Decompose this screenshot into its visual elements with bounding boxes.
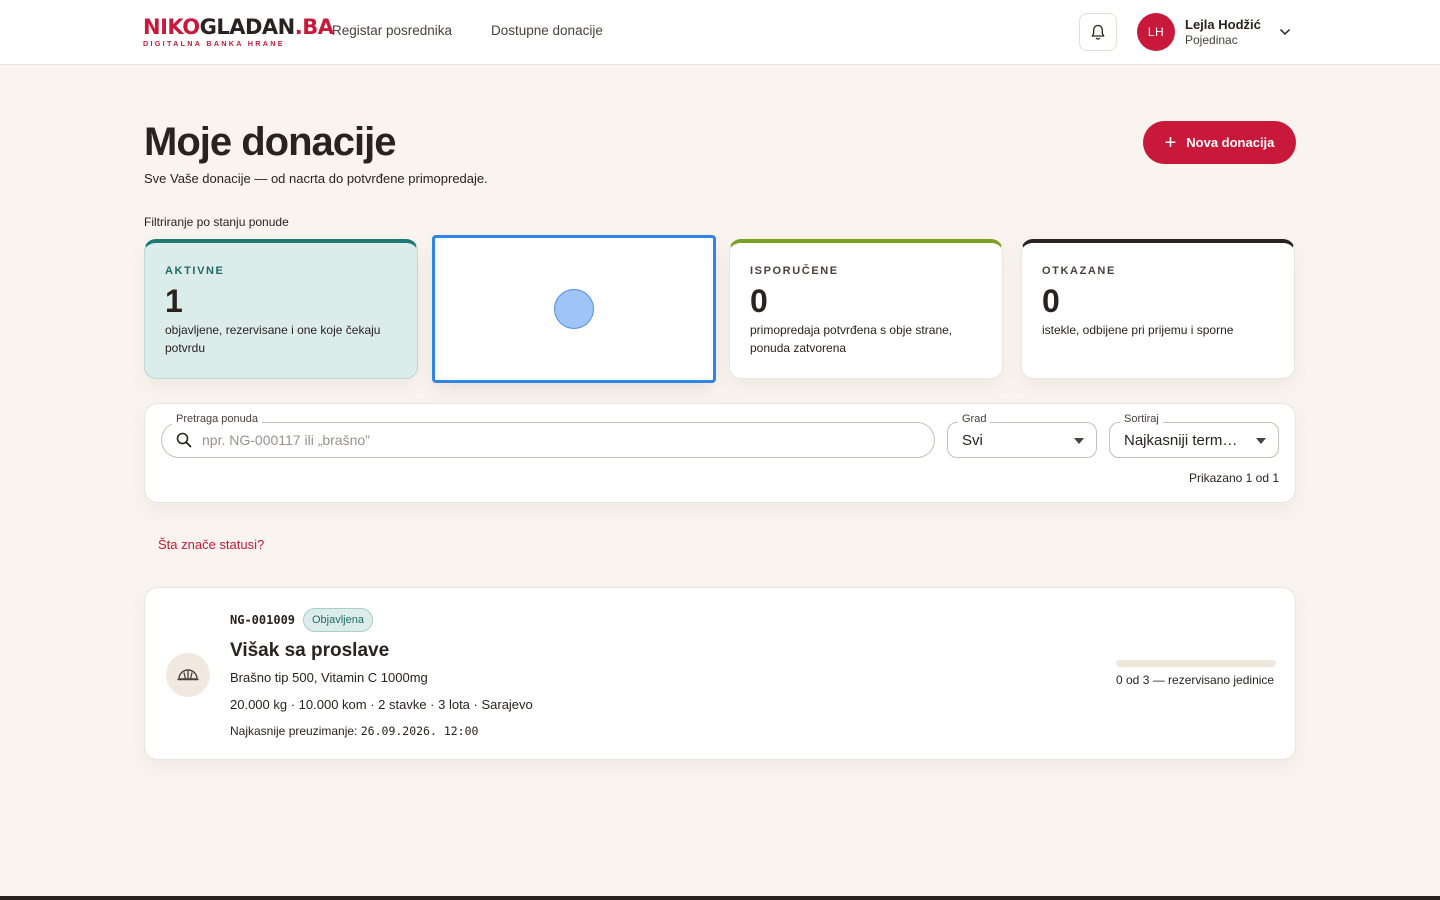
status-help-link[interactable]: Šta znače statusi? [158, 537, 264, 552]
city-legend: Grad [958, 413, 991, 425]
notifications-button[interactable] [1079, 13, 1117, 51]
donation-title: Višak sa proslave [230, 640, 390, 661]
stat-label: AKTIVNE [165, 265, 225, 277]
pickup-value: 26.09.2026. 12:00 [360, 724, 479, 738]
stat-card-aktivne[interactable]: AKTIVNE 1 objavljene, rezervisane i one … [144, 239, 418, 379]
new-donation-label: Nova donacija [1186, 135, 1275, 150]
caret-down-icon [1256, 438, 1266, 444]
stat-label: OTKAZANE [1042, 265, 1116, 277]
stat-description: istekle, odbijene pri prijemu i sporne [1042, 323, 1234, 337]
donation-id: NG-001009 [230, 613, 296, 627]
page-subtitle: Sve Vaše donacije — od nacrta do potvrđe… [144, 171, 488, 186]
caret-down-icon [1074, 438, 1084, 444]
donation-items: Brašno tip 500, Vitamin C 1000mg [230, 670, 428, 685]
logo[interactable]: NIKOGLADAN.BA DIGITALNA BANKA HRANE [143, 15, 334, 48]
donation-card[interactable]: NG-001009 Objavljena Višak sa proslave B… [144, 587, 1296, 760]
stat-card-isporucene[interactable]: ISPORUČENE 0 primopredaja potvrđena s ob… [729, 239, 1003, 379]
cursor-indicator [554, 289, 594, 329]
sort-select[interactable]: Sortiraj Najkasniji termin preuzimanja [1109, 413, 1279, 458]
logo-tagline: DIGITALNA BANKA HRANE [143, 39, 285, 48]
logo-dark-text: GLADAN [199, 15, 296, 39]
user-role: Pojedinac [1185, 33, 1238, 47]
plus-icon: + [1164, 131, 1177, 154]
stat-label: U PRIPREMI [457, 265, 538, 277]
page-title: Moje donacije [144, 120, 396, 164]
search-field[interactable]: Pretraga ponuda [161, 413, 935, 458]
top-bar: NIKOGLADAN.BA DIGITALNA BANKA HRANE Regi… [0, 0, 1440, 65]
result-count: Prikazano 1 od 1 [1188, 471, 1279, 485]
search-input[interactable] [202, 423, 902, 457]
logo-red-text: NIKO [143, 15, 200, 39]
city-value: Svi [962, 431, 983, 449]
footer-edge [0, 896, 1440, 900]
user-name: Lejla Hodžić [1185, 17, 1261, 32]
nav-dostupne-donacije[interactable]: Dostupne donacije [491, 23, 603, 38]
stat-card-otkazane[interactable]: OTKAZANE 0 istekle, odbijene pri prijemu… [1021, 239, 1295, 379]
search-icon [176, 432, 192, 448]
sort-legend: Sortiraj [1120, 413, 1163, 425]
search-panel: Pretraga ponuda Grad Svi Sortiraj Najkas… [144, 403, 1296, 503]
stat-label: ISPORUČENE [750, 265, 839, 277]
status-badge: Objavljena [303, 608, 373, 632]
stat-description: primopredaja potvrđena s obje strane, po… [750, 323, 953, 355]
bread-icon [166, 653, 210, 697]
stat-description: objavljene, rezervisane i one koje čekaj… [165, 323, 381, 355]
pickup-label: Najkasnije preuzimanje: [230, 724, 358, 738]
city-select[interactable]: Grad Svi [947, 413, 1097, 458]
stat-count: 0 [750, 283, 768, 319]
donation-meta: 20.000 kg · 10.000 kom · 2 stavke · 3 lo… [230, 697, 533, 712]
avatar: LH [1137, 13, 1175, 51]
stat-count: 0 [1042, 283, 1060, 319]
reservation-progress-text: 0 od 3 — rezervisano jedinice [1116, 673, 1275, 687]
sort-value: Najkasniji termin preuzimanja [1124, 431, 1240, 449]
bell-icon [1091, 24, 1105, 40]
filter-label: Filtriranje po stanju ponude [144, 215, 289, 229]
nav-registar-posrednika[interactable]: Registar posrednika [332, 23, 452, 38]
stat-count: 1 [165, 283, 183, 319]
user-menu[interactable]: LH Lejla Hodžić Pojedinac [1137, 13, 1291, 51]
reservation-progress-bar [1116, 660, 1276, 667]
chevron-down-icon [1279, 28, 1290, 36]
donation-pickup: Najkasnije preuzimanje: 26.09.2026. 12:0… [230, 724, 478, 738]
logo-suffix-text: .BA [294, 15, 334, 39]
new-donation-button[interactable]: + Nova donacija [1143, 121, 1296, 164]
